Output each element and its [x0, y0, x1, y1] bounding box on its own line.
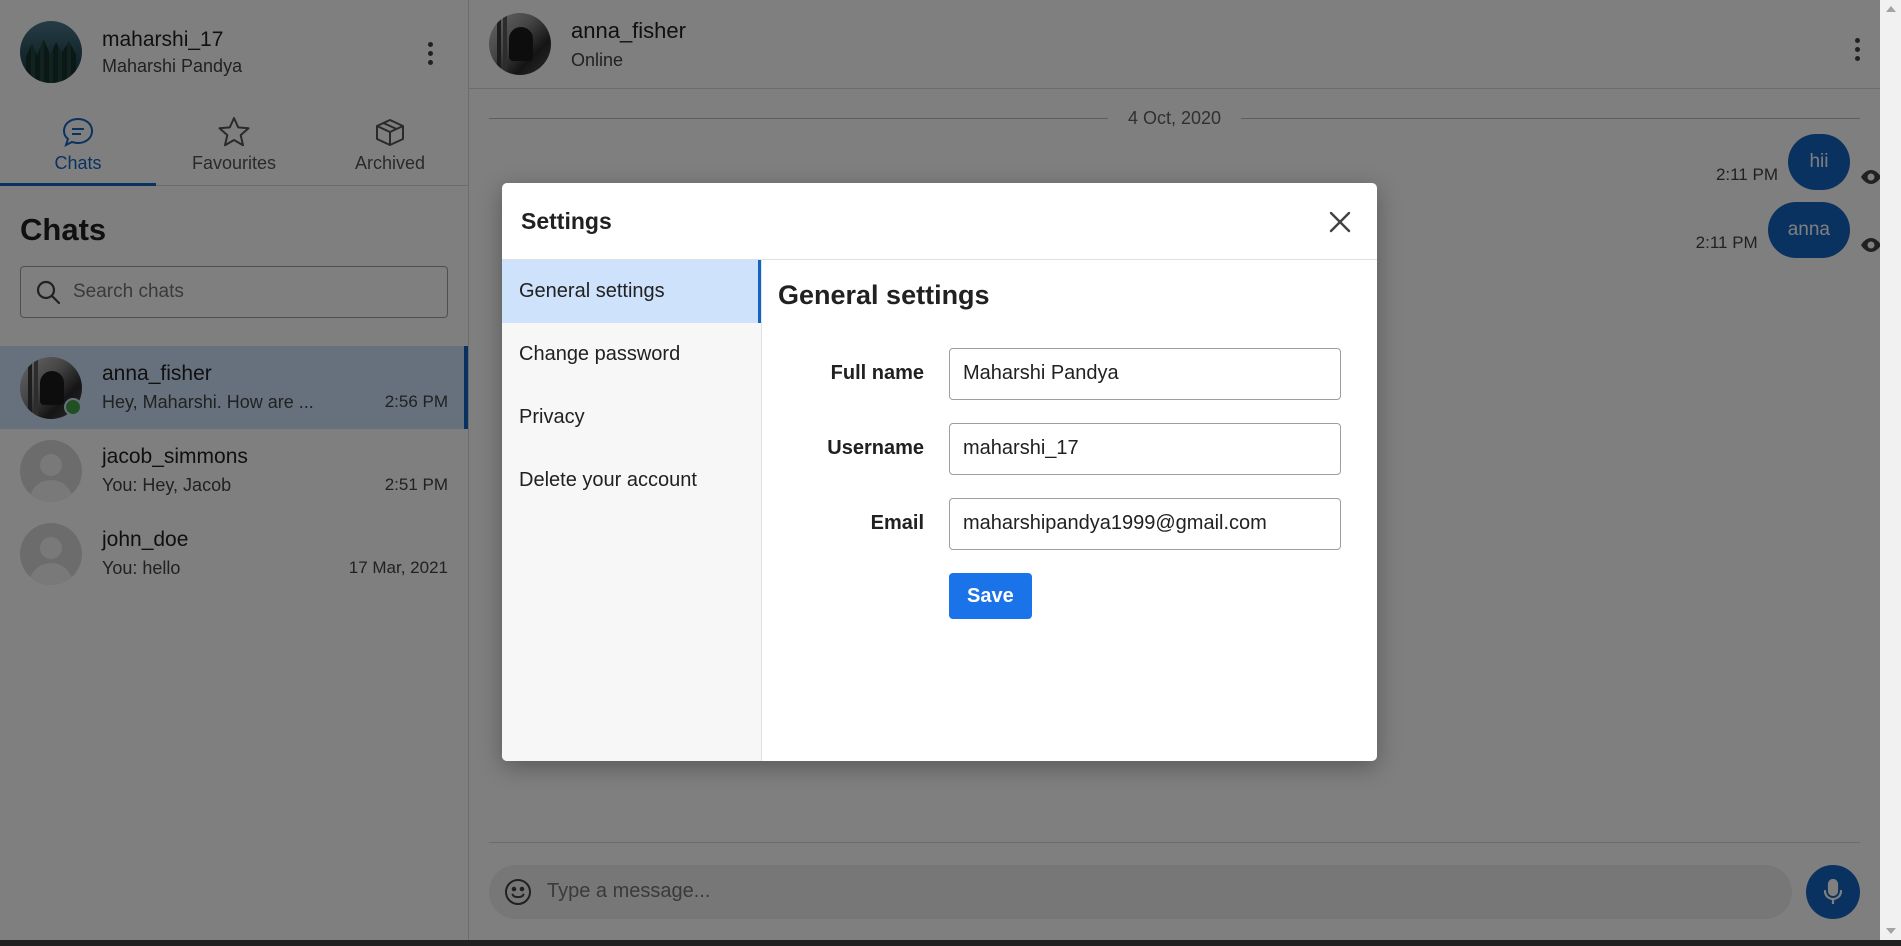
full-name-field[interactable]	[949, 347, 1341, 400]
settings-nav: General settings Change password Privacy…	[502, 260, 762, 761]
settings-nav-delete-account[interactable]: Delete your account	[502, 449, 761, 512]
email-label: Email	[870, 512, 924, 534]
scroll-up-arrow-icon[interactable]	[1886, 6, 1896, 12]
settings-modal: Settings General settings Change passwor…	[502, 183, 1377, 761]
modal-title: Settings	[521, 207, 612, 234]
modal-body: General settings Change password Privacy…	[502, 260, 1377, 761]
settings-nav-privacy[interactable]: Privacy	[502, 386, 761, 449]
close-icon[interactable]	[1323, 205, 1357, 239]
form-row-full-name: Full name	[778, 336, 1361, 411]
window-scrollbar[interactable]	[1880, 0, 1901, 940]
username-label: Username	[827, 437, 924, 459]
save-button[interactable]: Save	[949, 573, 1032, 619]
full-name-label: Full name	[830, 362, 924, 384]
section-title: General settings	[778, 280, 990, 310]
settings-nav-change-password[interactable]: Change password	[502, 323, 761, 386]
modal-header: Settings	[502, 183, 1377, 260]
username-field[interactable]	[949, 422, 1341, 475]
form-row-username: Username	[778, 411, 1361, 486]
scroll-down-arrow-icon[interactable]	[1886, 928, 1896, 934]
form-row-email: Email	[778, 486, 1361, 561]
bottom-bar	[0, 940, 1901, 946]
settings-content: General settings Full name Username Emai…	[762, 260, 1377, 761]
email-field[interactable]	[949, 497, 1341, 550]
settings-nav-general[interactable]: General settings	[502, 260, 761, 323]
